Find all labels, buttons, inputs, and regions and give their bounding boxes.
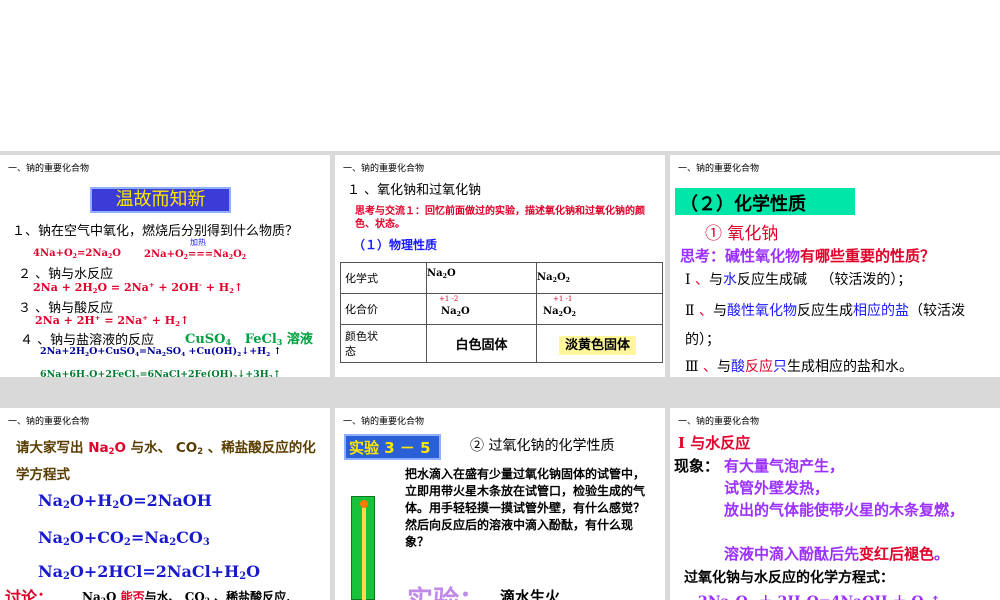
experiment-label: 实验： bbox=[407, 580, 485, 600]
table-row: 化学式 Na2O Na2O2 bbox=[340, 262, 663, 294]
equation-1b: 2Na+O2===Na2O2 bbox=[144, 249, 247, 261]
row-label: 化合价 bbox=[340, 293, 427, 325]
test-tube-image bbox=[351, 496, 375, 600]
cell-na2o2: Na2O2 bbox=[536, 262, 663, 294]
phenomenon-2: 试管外壁发热， bbox=[724, 479, 830, 497]
slide-header: 一、钠的重要化合物 bbox=[343, 417, 425, 427]
equation-na2o-water: Na2O+H2O=2NaOH bbox=[38, 491, 212, 511]
peroxide-properties-title: ② 过氧化钠的化学性质 bbox=[470, 438, 615, 454]
table-row: 颜色状态 白色固体 淡黄色固体 bbox=[340, 324, 663, 363]
sodium-oxide-heading: ① 氧化钠 bbox=[705, 224, 779, 244]
equation-na2o-co2: Na2O+CO2=Na2CO3 bbox=[38, 528, 210, 548]
water-reaction-title: Ⅰ 与水反应 bbox=[678, 434, 751, 452]
slide-grid: 一、钠的重要化合物 温故而知新 １、钠在空气中氧化，燃烧后分别得到什么物质？ 4… bbox=[0, 151, 1000, 600]
phenomenon-1: 有大量气泡产生， bbox=[724, 457, 845, 475]
think-question: 思考：碱性氧化物有哪些重要的性质？ bbox=[680, 247, 936, 265]
property-1: Ⅰ 、与水反应生成碱 （较活泼的）； bbox=[685, 272, 912, 288]
blank-top-area bbox=[0, 0, 1000, 151]
question-2: ２ 、钠与水反应 bbox=[18, 267, 114, 282]
phenomenon-4: 溶液中滴入酚酞后先变红后褪色。 bbox=[724, 545, 950, 563]
oxidation-states: +1 -1 bbox=[553, 295, 573, 303]
equation-title: 过氧化钠与水反应的化学方程式： bbox=[684, 570, 894, 586]
slide-4[interactable]: 一、钠的重要化合物 请大家写出 Na2O 与水、 CO2 、稀盐酸反应的化学方程… bbox=[0, 408, 330, 600]
discussion-text: Na2O 能否与水、 CO2 、稀盐酸反应, bbox=[82, 590, 291, 600]
slide-6[interactable]: 一、钠的重要化合物 Ⅰ 与水反应 现象： 有大量气泡产生， 试管外壁发热， 放出… bbox=[670, 408, 1000, 600]
equation-4b: 6Na+6H2O+2FeCl3=6NaCl+2Fe(OH)3↓+3H2↑ bbox=[40, 369, 281, 377]
row-label: 化学式 bbox=[340, 262, 427, 294]
slide-header: 一、钠的重要化合物 bbox=[343, 164, 425, 174]
equation-2: 2Na + 2H2O = 2Na+ + 2OH- + H2↑ bbox=[33, 281, 244, 295]
salt-solutions: CuSO4 FeCl3 溶液 bbox=[185, 332, 313, 347]
slide-5[interactable]: 一、钠的重要化合物 实验 3 － 5 ② 过氧化钠的化学性质 把水滴入在盛有少量… bbox=[335, 408, 665, 600]
row-label: 颜色状态 bbox=[340, 324, 427, 363]
cell-na2o2-color: 淡黄色固体 bbox=[536, 324, 663, 363]
oxidation-states: +1 -2 bbox=[439, 295, 459, 303]
property-3: Ⅲ 、与酸反应只生成相应的盐和水。 bbox=[685, 359, 913, 375]
experiment-name: 滴水生火 bbox=[500, 588, 561, 600]
experiment-instructions: 把水滴入在盛有少量过氧化钠固体的试管中，立即用带火星木条放在试管口，检验生成的气… bbox=[405, 467, 646, 549]
question-1: １、钠在空气中氧化，燃烧后分别得到什么物质？ bbox=[12, 224, 299, 239]
equation-1a: 4Na+O2=2Na2O bbox=[33, 248, 121, 260]
cell-na2o-valence: +1 -2 Na2O bbox=[426, 293, 537, 325]
think-discuss-text: 思考与交流１：回忆前面做过的实验，描述氧化钠和过氧化钠的颜色、状态。 bbox=[355, 206, 645, 230]
slide-3[interactable]: 一、钠的重要化合物 （２）化学性质 ① 氧化钠 思考：碱性氧化物有哪些重要的性质… bbox=[670, 155, 1000, 377]
slide-1[interactable]: 一、钠的重要化合物 温故而知新 １、钠在空气中氧化，燃烧后分别得到什么物质？ 4… bbox=[0, 155, 330, 377]
heat-label: 加热 bbox=[190, 238, 206, 247]
chemical-properties-title: （２）化学性质 bbox=[680, 194, 806, 215]
slide-2[interactable]: 一、钠的重要化合物 １ 、氧化钠和过氧化钠 思考与交流１：回忆前面做过的实验，描… bbox=[335, 155, 665, 377]
review-banner-text: 温故而知新 bbox=[115, 189, 206, 210]
physical-properties-heading: （１）物理性质 bbox=[353, 238, 438, 252]
write-equations-prompt: 请大家写出 Na2O 与水、 CO2 、稀盐酸反应的化学方程式 bbox=[16, 440, 316, 483]
equation-4a: 2Na+2H2O+CuSO4=Na2SO4 +Cu(OH)2↓+H2 ↑ bbox=[40, 346, 282, 358]
cell-na2o-color: 白色固体 bbox=[426, 324, 537, 363]
table-row: 化合价 +1 -2 Na2O +1 -1 Na2O2 bbox=[340, 293, 663, 325]
slide-header: 一、钠的重要化合物 bbox=[678, 417, 760, 427]
experiment-tag-text: 实验 3 － 5 bbox=[349, 439, 431, 457]
slide-header: 一、钠的重要化合物 bbox=[8, 164, 90, 174]
property-2: Ⅱ 、与酸性氧化物反应生成相应的盐（较活泼的）； bbox=[685, 303, 965, 348]
equation-na2o-hcl: Na2O+2HCl=2NaCl+H2O bbox=[38, 562, 261, 582]
cell-na2o2-valence: +1 -1 Na2O2 bbox=[536, 293, 663, 325]
slide-header: 一、钠的重要化合物 bbox=[8, 417, 90, 427]
equation-3: 2Na + 2H+ = 2Na+ + H2↑ bbox=[35, 314, 190, 328]
peroxide-water-equation: 2Na2O2 ＋ 2H2O=4NaOH ＋ O2↑ bbox=[698, 591, 941, 600]
phenomena-label: 现象： bbox=[674, 457, 720, 475]
cell-na2o: Na2O bbox=[426, 262, 537, 294]
section-title: １ 、氧化钠和过氧化钠 bbox=[347, 183, 482, 198]
review-banner: 温故而知新 bbox=[90, 187, 231, 213]
discussion-label: 讨论： bbox=[5, 588, 54, 600]
slide-header: 一、钠的重要化合物 bbox=[678, 164, 760, 174]
properties-table: 化学式 Na2O Na2O2 化合价 +1 -2 Na2O +1 -1 Na2O… bbox=[340, 262, 663, 363]
phenomenon-3: 放出的气体能使带火星的木条复燃， bbox=[724, 501, 965, 519]
